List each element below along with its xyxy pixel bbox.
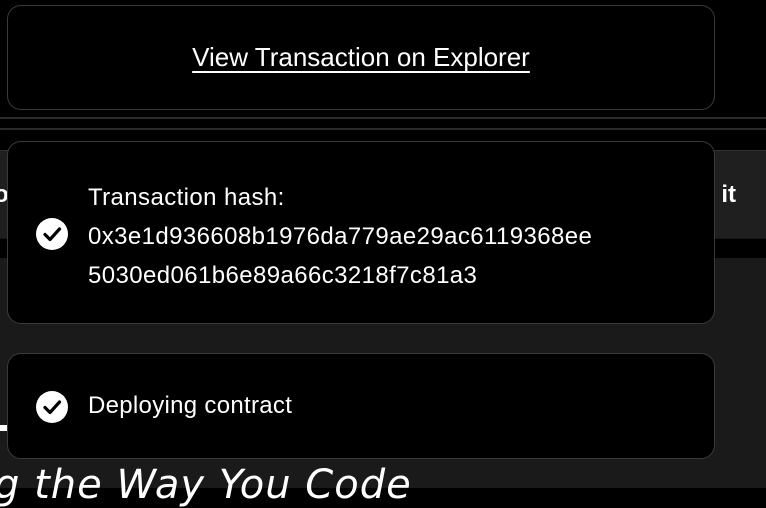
background-divider-top: [0, 117, 766, 119]
transaction-hash-value-line-1: 0x3e1d936608b1976da779ae29ac6119368ee: [88, 223, 593, 250]
transaction-hash-value-line-2: 5030ed061b6e89a66c3218f7c81a3: [88, 262, 478, 289]
transaction-hash-toast: Transaction hash: 0x3e1d936608b1976da779…: [7, 141, 715, 324]
explorer-link-toast: View Transaction on Explorer: [7, 5, 715, 110]
background-toolbar-right-text[interactable]: it: [721, 181, 736, 209]
deploying-contract-status: Deploying contract: [88, 392, 293, 419]
background-divider-bottom: [0, 128, 766, 130]
transaction-hash-block: Transaction hash: 0x3e1d936608b1976da779…: [88, 178, 592, 295]
check-circle-icon: [36, 218, 68, 250]
view-on-explorer-link[interactable]: View Transaction on Explorer: [192, 42, 530, 73]
transaction-hash-heading: Transaction hash:: [88, 184, 285, 211]
deploying-contract-toast: Deploying contract: [7, 353, 715, 459]
background-hero-text: g the Way You Code: [0, 462, 412, 508]
check-circle-icon: [36, 391, 68, 423]
